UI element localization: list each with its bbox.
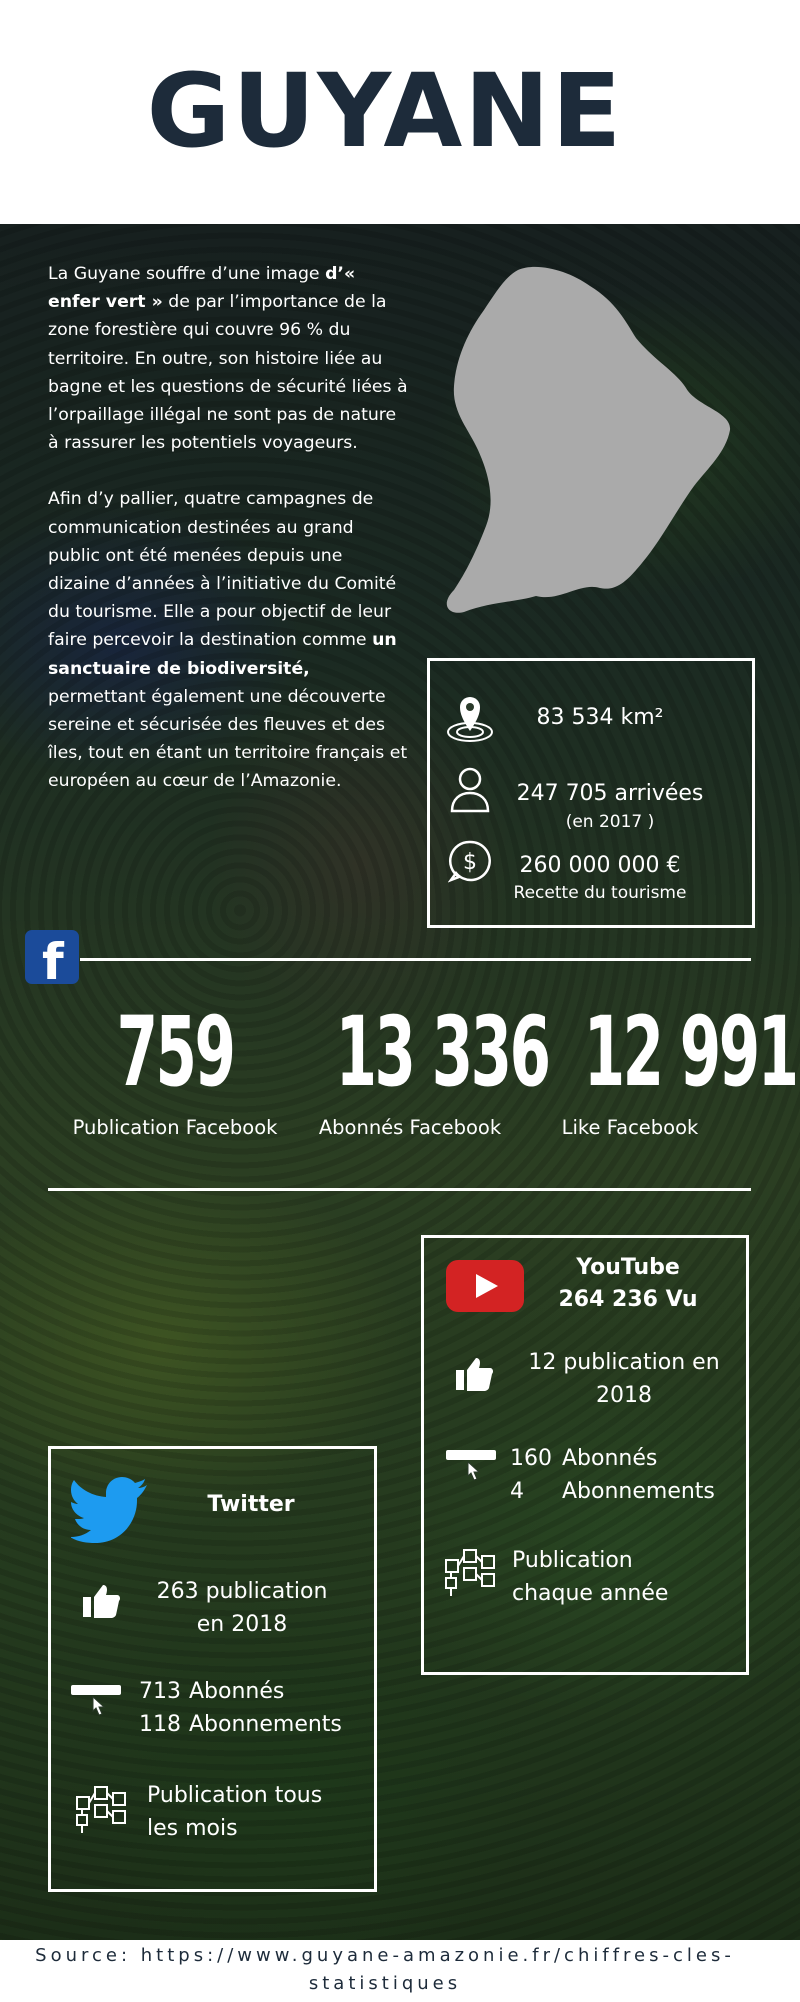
twitter-following-count: 118 <box>139 1712 181 1737</box>
twitter-publications-line2: en 2018 <box>196 1612 288 1637</box>
thumbs-up-icon <box>83 1585 121 1618</box>
facebook-publications-label: Publication Facebook <box>72 1116 278 1139</box>
intro-paragraph-1: La Guyane souffre d’une image d’« enfer … <box>48 260 408 457</box>
divider-top <box>80 958 751 961</box>
twitter-bird-icon <box>71 1477 147 1543</box>
dollar-icon: $ <box>448 840 491 883</box>
facebook-publications-value: 759 <box>116 996 236 1108</box>
youtube-subscriptions-count: 4 <box>510 1479 524 1504</box>
subscribe-click-icon <box>446 1450 496 1481</box>
revenue-value: 260 000 000 € <box>519 853 681 878</box>
intro-p1-text: La Guyane souffre d’une image <box>48 264 326 284</box>
facebook-subscribers-label: Abonnés Facebook <box>318 1116 502 1139</box>
source-footer: Source: https://www.guyane-amazonie.fr/c… <box>0 1940 770 2002</box>
youtube-title: YouTube <box>576 1255 680 1280</box>
youtube-publications-line2: 2018 <box>596 1383 652 1408</box>
facebook-likes-value: 12 991 <box>583 996 799 1108</box>
facebook-letter: f <box>42 933 64 991</box>
facebook-subscribers-value: 13 336 <box>335 996 551 1108</box>
youtube-subscriptions-label: Abonnements <box>562 1479 715 1504</box>
subscribe-click-icon <box>71 1685 121 1716</box>
guyane-map-icon <box>446 266 731 613</box>
twitter-title: Twitter <box>207 1492 295 1517</box>
youtube-views: 264 236 Vu <box>558 1287 698 1312</box>
revenue-note: Recette du tourisme <box>513 883 687 903</box>
twitter-box: Twitter 263 publication en 2018 713 Abon… <box>48 1446 377 1892</box>
header: GUYANE <box>0 0 800 224</box>
twitter-frequency-line2: les mois <box>147 1816 238 1841</box>
youtube-box: YouTube 264 236 Vu 12 publication en 201… <box>421 1235 749 1675</box>
intro-paragraph-2: Afin d’y pallier, quatre campagnes de co… <box>48 485 408 795</box>
intro-p2-text-end: permettant également une découverte sere… <box>48 686 408 792</box>
arrivals-note: (en 2017 ) <box>565 812 655 832</box>
location-pin-icon <box>447 697 493 742</box>
twitter-publications-line1: 263 publication <box>156 1579 328 1604</box>
intro-p1-text-end: de par l’importance de la zone forestièr… <box>48 292 408 454</box>
area-value: 83 534 km² <box>536 705 664 730</box>
youtube-publications-line1: 12 publication en <box>528 1350 720 1375</box>
thumbs-up-icon <box>456 1358 494 1391</box>
source-line-2: statistiques <box>308 1973 462 1994</box>
intro-p2-text: Afin d’y pallier, quatre campagnes de co… <box>48 489 397 651</box>
twitter-following-label: Abonnements <box>189 1712 342 1737</box>
person-icon <box>450 767 490 813</box>
calendar-network-icon <box>76 1786 126 1833</box>
arrivals-value: 247 705 arrivées <box>516 781 704 806</box>
twitter-followers-count: 713 <box>139 1679 181 1704</box>
youtube-icon <box>446 1260 524 1312</box>
twitter-frequency-line1: Publication tous <box>147 1783 323 1808</box>
facebook-likes-label: Like Facebook <box>561 1116 699 1139</box>
calendar-network-icon <box>445 1549 495 1596</box>
twitter-followers-label: Abonnés <box>189 1679 285 1704</box>
divider-bottom <box>48 1188 751 1191</box>
youtube-frequency-line2: chaque année <box>512 1581 669 1606</box>
key-figures-box: 83 534 km² 247 705 arrivées (en 2017 ) $… <box>427 658 755 928</box>
youtube-subscribers-count: 160 <box>510 1446 552 1471</box>
youtube-subscribers-label: Abonnés <box>562 1446 658 1471</box>
page-title: GUYANE <box>146 52 624 171</box>
facebook-icon: f <box>25 930 79 990</box>
source-line-1: Source: https://www.guyane-amazonie.fr/c… <box>35 1945 735 1966</box>
intro-text: La Guyane souffre d’une image d’« enfer … <box>48 260 408 824</box>
youtube-frequency-line1: Publication <box>512 1548 633 1573</box>
svg-text:$: $ <box>463 850 477 875</box>
